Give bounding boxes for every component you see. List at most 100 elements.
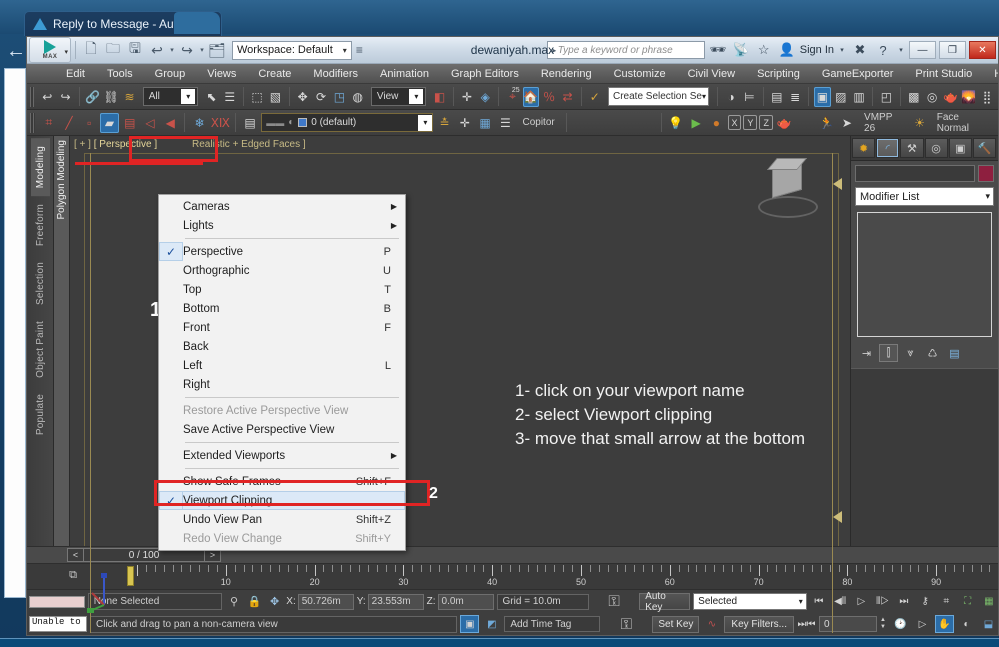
minimize-button[interactable]: — [909, 41, 936, 59]
toolbar-grip[interactable] [30, 112, 35, 133]
workspace-selector[interactable]: Workspace: Default ▾ [232, 40, 352, 60]
curve-editor-icon[interactable]: ▣ [814, 86, 831, 107]
editable-poly-vertex-icon[interactable]: ⌗ [40, 113, 58, 133]
ribbon-tab-object-paint[interactable]: Object Paint [31, 313, 50, 386]
make-unique-icon[interactable]: ⩔ [901, 344, 920, 362]
star-icon[interactable]: ☆ [754, 41, 774, 59]
key-step-icon[interactable]: ⏭⏮ [797, 615, 816, 633]
menu-item-scripting[interactable]: Scripting [746, 64, 811, 84]
render-frame-window-icon[interactable]: ▩ [906, 87, 922, 107]
customize-quick-access-icon[interactable]: ≡ [356, 43, 363, 57]
menu-item-top[interactable]: Top T [159, 280, 405, 299]
render-production-icon[interactable]: ◎ [924, 87, 940, 107]
hierarchy-tab[interactable]: ⚒ [900, 138, 924, 158]
coord-z-field[interactable]: 0.0m [437, 593, 494, 610]
new-file-icon[interactable]: 🗋 [80, 39, 102, 61]
exchange-app-icon[interactable]: ✖ [850, 41, 870, 59]
render-in-cloud-icon[interactable]: ⣿ [979, 87, 995, 107]
xy-constraint-icon[interactable]: ⅩⅨ [211, 113, 230, 133]
undo-dropdown-icon[interactable]: ▾ [168, 39, 176, 61]
chevron-down-icon[interactable]: ▾ [837, 41, 847, 59]
selection-filter[interactable]: All ▾ [142, 87, 199, 106]
zoom-extents-icon[interactable]: ⛶ [958, 593, 976, 611]
configure-modifier-sets-icon[interactable]: ▤ [945, 344, 964, 362]
pin-stack-icon[interactable]: ⚲ [225, 593, 242, 610]
light-bulb-icon[interactable]: 💡 [667, 113, 685, 133]
object-name-field[interactable] [855, 165, 975, 182]
menu-item-right[interactable]: Right [159, 375, 405, 394]
key-mode-selector[interactable]: Selected ▾ [693, 593, 807, 610]
layer-selector[interactable]: ▬▬ ◐ 0 (default) ▾ [261, 113, 434, 132]
unlink-selection-icon[interactable]: ⛓ [103, 87, 119, 107]
application-menu-button[interactable]: MAX ▾ [29, 37, 71, 63]
axis-x-button[interactable]: X [727, 115, 742, 130]
use-pivot-point-center-icon[interactable]: ◧ [431, 87, 447, 107]
add-time-tag[interactable]: Add Time Tag [504, 616, 601, 632]
set-key-button[interactable]: Set Key [652, 615, 700, 633]
menu-item-front[interactable]: Front F [159, 318, 405, 337]
add-to-layer-icon[interactable]: ≛ [435, 113, 453, 133]
snaps-toggle-icon[interactable]: ✛ [459, 87, 475, 107]
ribbon-tab-selection[interactable]: Selection [31, 254, 50, 313]
redo-dropdown-icon[interactable]: ▾ [198, 39, 206, 61]
undo-icon[interactable]: ↩ [146, 39, 168, 61]
search-input[interactable]: ▸ Type a keyword or phrase [546, 41, 705, 59]
create-tab[interactable]: ✹ [852, 138, 876, 158]
maxscript-input-line[interactable] [29, 595, 85, 608]
face-normal-label[interactable]: Face Normal [931, 112, 995, 134]
spinner-up-icon[interactable]: ▲ [880, 617, 888, 624]
cursor-icon[interactable]: ➤ [838, 113, 856, 133]
sphere-icon[interactable]: ● [707, 113, 725, 133]
render-iterative-icon[interactable]: 🫖 [942, 87, 958, 107]
spell-check-icon[interactable]: ✓ [587, 87, 603, 107]
create-new-layer-icon[interactable]: ✛ [456, 113, 474, 133]
soft-selection-icon[interactable]: ◀ [161, 113, 179, 133]
menu-item-left[interactable]: Left L [159, 356, 405, 375]
layer-manager-icon[interactable]: ▤ [769, 87, 785, 107]
menu-item-create[interactable]: Create [247, 64, 302, 84]
menu-item-cameras[interactable]: Cameras ▶ [159, 197, 405, 216]
biped-icon[interactable]: 🏃 [818, 113, 836, 133]
maximize-button[interactable]: ❐ [939, 41, 966, 59]
coord-y-field[interactable]: 23.553m [367, 593, 424, 610]
snapshot-icon[interactable]: ❄ [190, 113, 208, 133]
menu-item-rendering[interactable]: Rendering [530, 64, 603, 84]
close-button[interactable]: ✕ [969, 41, 996, 59]
pan-view-icon[interactable]: ▷ [913, 615, 932, 633]
menu-item-modifiers[interactable]: Modifiers [302, 64, 369, 84]
key-mode-toggle-icon[interactable]: ⚿ [592, 593, 636, 610]
editable-poly-border-icon[interactable]: ▫ [80, 113, 98, 133]
ribbon-tab-populate[interactable]: Populate [31, 386, 50, 443]
menu-item-group[interactable]: Group [144, 64, 197, 84]
reference-coordinate-system[interactable]: View ▾ [370, 87, 427, 106]
maximize-viewport-toggle-icon[interactable]: ⬓ [979, 615, 998, 633]
time-configuration-icon[interactable]: 🕑 [891, 615, 910, 633]
layer-explorer-icon[interactable]: ▤ [241, 113, 259, 133]
orbit-icon[interactable]: ◐ [957, 615, 976, 633]
maxscript-mini-listener[interactable] [29, 595, 85, 608]
clip-handle-top-icon[interactable] [833, 178, 842, 190]
select-by-name-icon[interactable]: ☰ [222, 87, 238, 107]
viewport-label-prefix[interactable]: [ + ] [74, 139, 91, 150]
axis-z-button[interactable]: Z [759, 115, 774, 130]
utilities-tab[interactable]: 🔨 [972, 138, 997, 158]
select-and-scale-icon[interactable]: ◳ [331, 87, 347, 107]
menu-item-customize[interactable]: Customize [603, 64, 677, 84]
project-folder-icon[interactable]: 🗂 [206, 39, 228, 61]
auto-key-button[interactable]: Auto Key [639, 591, 691, 613]
save-icon[interactable]: 🖫 [124, 39, 146, 61]
set-current-layer-icon[interactable]: ☰ [496, 113, 514, 133]
maxscript-output-line[interactable]: Unable to cr [29, 616, 87, 632]
pan-hand-icon[interactable]: ✋ [935, 615, 954, 633]
open-file-icon[interactable]: 🗀 [102, 39, 124, 61]
redo-icon[interactable]: ↪ [57, 87, 73, 107]
modifier-stack[interactable] [857, 212, 992, 337]
show-end-result-icon[interactable]: ⫿ [879, 344, 898, 362]
modifier-list-dropdown[interactable]: Modifier List ▾ [855, 187, 994, 206]
menu-item-bottom[interactable]: Bottom B [159, 299, 405, 318]
teapot-icon[interactable]: 🫖 [775, 113, 793, 133]
percent-snap-toggle-icon[interactable]: ⌖ 25 [504, 87, 520, 107]
render-setup-icon[interactable]: ◰ [878, 87, 894, 107]
select-and-link-icon[interactable]: 🔗 [85, 87, 101, 107]
undo-icon[interactable]: ↩ [39, 87, 55, 107]
